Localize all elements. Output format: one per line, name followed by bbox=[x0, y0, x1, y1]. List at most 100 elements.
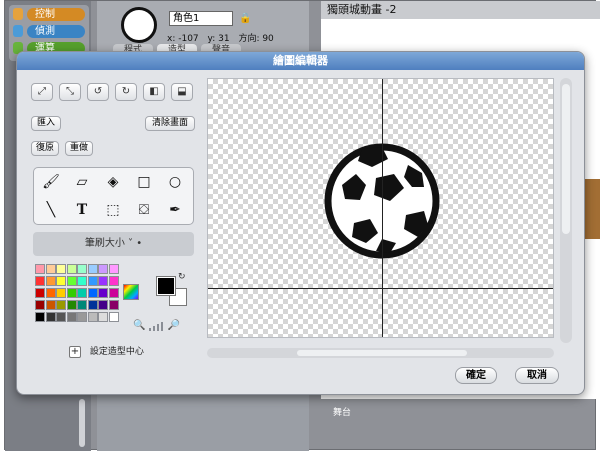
color-swatch[interactable] bbox=[45, 264, 56, 274]
ellipse-icon[interactable]: ○ bbox=[162, 170, 188, 195]
fill-bucket-icon[interactable]: ◈ bbox=[100, 170, 126, 195]
color-swatch[interactable] bbox=[87, 264, 98, 274]
stage-label[interactable]: 舞台 bbox=[333, 405, 351, 418]
sprite-y: y: 31 bbox=[207, 34, 230, 44]
color-swatch[interactable] bbox=[77, 312, 87, 322]
color-swatch[interactable] bbox=[77, 276, 87, 286]
center-crosshair-horizontal bbox=[208, 288, 553, 289]
color-palette bbox=[35, 264, 119, 336]
plus-icon[interactable]: + bbox=[69, 345, 81, 358]
paint-editor-dialog: 繪圖編輯器 ⤢ ⤡ ↺ ↻ ◧ ⬓ 匯入 清除畫面 復原 重做 🖌 ▱ ◈ □ … bbox=[16, 51, 585, 395]
cancel-button[interactable]: 取消 bbox=[515, 367, 559, 384]
scroll-thumb[interactable] bbox=[562, 84, 570, 234]
category-dot bbox=[13, 8, 23, 20]
color-swatch[interactable] bbox=[77, 288, 87, 298]
sprite-name-field[interactable]: 角色1 bbox=[169, 11, 233, 26]
eraser-icon[interactable]: ▱ bbox=[69, 170, 95, 195]
set-center-row[interactable]: + 設定造型中心 bbox=[69, 344, 144, 358]
brush-size-selector[interactable]: 筆刷大小 ˅ • bbox=[33, 232, 194, 256]
color-wheel-icon[interactable] bbox=[123, 284, 139, 300]
color-swatch[interactable] bbox=[108, 276, 119, 286]
color-swatch[interactable] bbox=[66, 264, 77, 274]
line-icon[interactable]: ╲ bbox=[38, 198, 64, 223]
color-swatch[interactable] bbox=[66, 312, 77, 322]
set-center-label: 設定造型中心 bbox=[89, 347, 144, 357]
color-swatch[interactable] bbox=[87, 300, 98, 310]
color-swatch[interactable] bbox=[98, 264, 108, 274]
color-swatch[interactable] bbox=[77, 300, 87, 310]
stage-background bbox=[583, 179, 600, 239]
sprite-info: x: -107 y: 31 方向: 90 bbox=[167, 31, 280, 44]
zoom-in-icon[interactable]: 🔎 bbox=[168, 320, 180, 331]
color-swatch[interactable] bbox=[56, 276, 66, 286]
undo-button[interactable]: 復原 bbox=[31, 141, 59, 156]
rotate-right-icon[interactable]: ↻ bbox=[115, 83, 137, 101]
dialog-title: 繪圖編輯器 bbox=[17, 52, 584, 70]
color-swatch[interactable] bbox=[45, 300, 56, 310]
clear-button[interactable]: 清除畫面 bbox=[145, 116, 195, 131]
drawing-canvas[interactable] bbox=[207, 78, 554, 338]
redo-button[interactable]: 重做 bbox=[65, 141, 93, 156]
color-swatch[interactable] bbox=[35, 312, 45, 322]
color-swatch[interactable] bbox=[45, 276, 56, 286]
color-swatch[interactable] bbox=[45, 288, 56, 298]
color-swatch[interactable] bbox=[56, 264, 66, 274]
color-swatch[interactable] bbox=[56, 312, 66, 322]
color-swatch[interactable] bbox=[108, 264, 119, 274]
stamp-icon[interactable]: ⛋ bbox=[131, 198, 157, 223]
vertical-scrollbar[interactable] bbox=[560, 78, 572, 343]
color-swatch[interactable] bbox=[35, 276, 45, 286]
brush-size-label: 筆刷大小 bbox=[84, 238, 125, 249]
eyedropper-icon[interactable]: ✒ bbox=[162, 198, 188, 223]
color-swatch[interactable] bbox=[98, 312, 108, 322]
scroll-thumb[interactable] bbox=[297, 350, 467, 356]
color-swatch[interactable] bbox=[108, 288, 119, 298]
sprite-thumbnail[interactable] bbox=[121, 7, 157, 43]
sprite-x: x: -107 bbox=[167, 34, 199, 44]
flip-horizontal-icon[interactable]: ◧ bbox=[143, 83, 165, 101]
color-swatch[interactable] bbox=[87, 276, 98, 286]
color-swatch[interactable] bbox=[87, 312, 98, 322]
category-dot bbox=[13, 25, 23, 37]
foreground-color-swatch[interactable] bbox=[157, 277, 175, 295]
stage-title: 獨頭城動畫 -2 bbox=[321, 1, 600, 19]
scrollbar[interactable] bbox=[79, 399, 85, 447]
color-swatch[interactable] bbox=[66, 300, 77, 310]
ok-button[interactable]: 確定 bbox=[455, 367, 497, 384]
color-swatch[interactable] bbox=[35, 300, 45, 310]
flip-vertical-icon[interactable]: ⬓ bbox=[171, 83, 193, 101]
color-swatch[interactable] bbox=[56, 300, 66, 310]
color-swatch[interactable] bbox=[66, 288, 77, 298]
color-swatch[interactable] bbox=[66, 276, 77, 286]
center-crosshair-vertical bbox=[382, 79, 383, 337]
color-swatch[interactable] bbox=[56, 288, 66, 298]
color-swatch[interactable] bbox=[77, 264, 87, 274]
text-icon[interactable]: T bbox=[69, 198, 95, 223]
paintbrush-icon[interactable]: 🖌 bbox=[38, 170, 64, 195]
zoom-controls: 🔍 🔎 bbox=[133, 320, 180, 331]
import-button[interactable]: 匯入 bbox=[31, 116, 61, 131]
rotate-left-icon[interactable]: ↺ bbox=[87, 83, 109, 101]
color-swatch[interactable] bbox=[98, 276, 108, 286]
zoom-level-bars[interactable] bbox=[148, 320, 165, 331]
grow-icon[interactable]: ⤢ bbox=[31, 83, 53, 101]
select-icon[interactable]: ⬚ bbox=[100, 198, 126, 223]
zoom-out-icon[interactable]: 🔍 bbox=[133, 320, 145, 331]
color-swatch[interactable] bbox=[98, 300, 108, 310]
swap-colors-icon[interactable]: ↻ bbox=[178, 272, 186, 282]
shrink-icon[interactable]: ⤡ bbox=[59, 83, 81, 101]
chevron-down-icon: ˅ bbox=[128, 238, 137, 249]
color-swatch[interactable] bbox=[45, 312, 56, 322]
color-swatch[interactable] bbox=[35, 264, 45, 274]
color-swatch[interactable] bbox=[108, 312, 119, 322]
color-swatch[interactable] bbox=[35, 288, 45, 298]
brush-dot-icon: • bbox=[136, 238, 143, 249]
color-swatch[interactable] bbox=[87, 288, 98, 298]
rectangle-icon[interactable]: □ bbox=[131, 170, 157, 195]
category-control[interactable]: 控制 bbox=[27, 8, 85, 21]
color-swatch[interactable] bbox=[108, 300, 119, 310]
color-swatch[interactable] bbox=[98, 288, 108, 298]
lock-icon[interactable]: 🔒 bbox=[239, 13, 251, 24]
horizontal-scrollbar[interactable] bbox=[207, 348, 554, 358]
category-sensing[interactable]: 偵測 bbox=[27, 25, 85, 38]
